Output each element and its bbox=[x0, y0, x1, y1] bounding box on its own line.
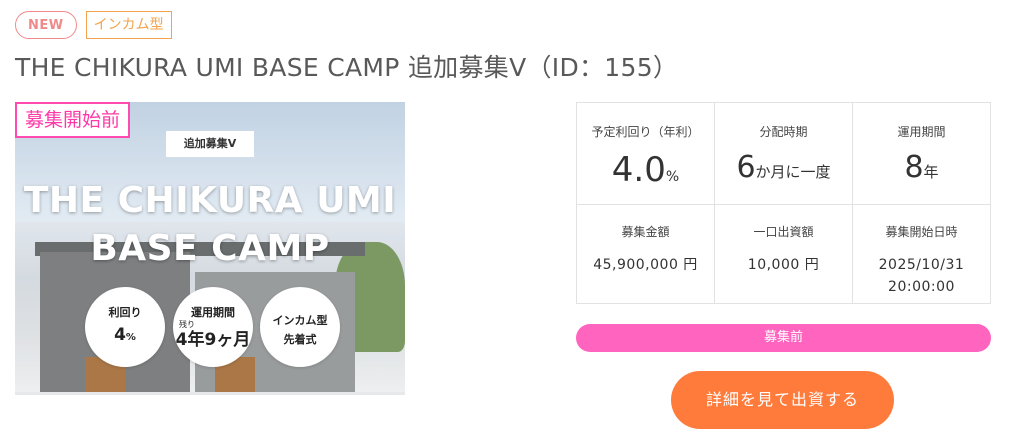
status-bar: 募集前 bbox=[576, 324, 991, 352]
type-circle-label2: 先着式 bbox=[283, 333, 317, 346]
yield-circle-label: 利回り bbox=[108, 306, 142, 319]
amount-cell: 募集金額 45,900,000 円 bbox=[577, 205, 715, 303]
type-circle-label: インカム型 bbox=[272, 314, 328, 327]
period-cell: 運用期間 8年 bbox=[853, 103, 990, 205]
distribution-value: 6か月に一度 bbox=[736, 150, 831, 185]
yield-circle: 利回り 4% bbox=[85, 287, 165, 367]
period-circle: 運用期間 残り 4年9ヶ月 bbox=[173, 287, 253, 367]
distribution-cell: 分配時期 6か月に一度 bbox=[715, 103, 853, 205]
period-label: 運用期間 bbox=[897, 125, 946, 139]
page-title: THE CHIKURA UMI BASE CAMP 追加募集Ⅴ（ID：155） bbox=[15, 53, 679, 82]
start-datetime-cell: 募集開始日時 2025/10/31 20:00:00 bbox=[853, 205, 990, 303]
yield-label: 予定利回り（年利） bbox=[591, 125, 700, 139]
photo-title-line2: BASE CAMP bbox=[90, 228, 330, 269]
income-type-badge: インカム型 bbox=[85, 11, 172, 39]
amount-value: 45,900,000 円 bbox=[593, 257, 698, 273]
photo-title-line1: THE CHIKURA UMI bbox=[23, 180, 397, 221]
yield-value: 4.0% bbox=[611, 150, 680, 190]
badge-row: NEW インカム型 bbox=[15, 11, 172, 39]
type-circle: インカム型 先着式 bbox=[260, 287, 340, 367]
photo-round-chip: 追加募集Ⅴ bbox=[166, 131, 254, 157]
start-datetime-label: 募集開始日時 bbox=[885, 225, 958, 239]
yield-circle-value: 4% bbox=[114, 325, 136, 345]
new-badge: NEW bbox=[15, 11, 77, 39]
period-circle-label: 運用期間 bbox=[191, 306, 235, 319]
amount-label: 募集金額 bbox=[621, 225, 670, 239]
invest-details-button[interactable]: 詳細を見て出資する bbox=[671, 371, 894, 429]
unit-price-cell: 一口出資額 10,000 円 bbox=[715, 205, 853, 303]
yield-cell: 予定利回り（年利） 4.0% bbox=[577, 103, 715, 205]
distribution-label: 分配時期 bbox=[759, 125, 808, 139]
unit-price-value: 10,000 円 bbox=[747, 257, 820, 273]
start-datetime-value: 2025/10/31 20:00:00 bbox=[878, 257, 965, 295]
period-circle-prefix: 残り bbox=[179, 320, 195, 329]
unit-price-label: 一口出資額 bbox=[753, 225, 814, 239]
recruitment-status-tag: 募集開始前 bbox=[15, 102, 131, 138]
period-value: 8年 bbox=[904, 150, 939, 185]
fund-info-grid: 予定利回り（年利） 4.0% 分配時期 6か月に一度 運用期間 8年 募集金額 … bbox=[576, 102, 991, 304]
